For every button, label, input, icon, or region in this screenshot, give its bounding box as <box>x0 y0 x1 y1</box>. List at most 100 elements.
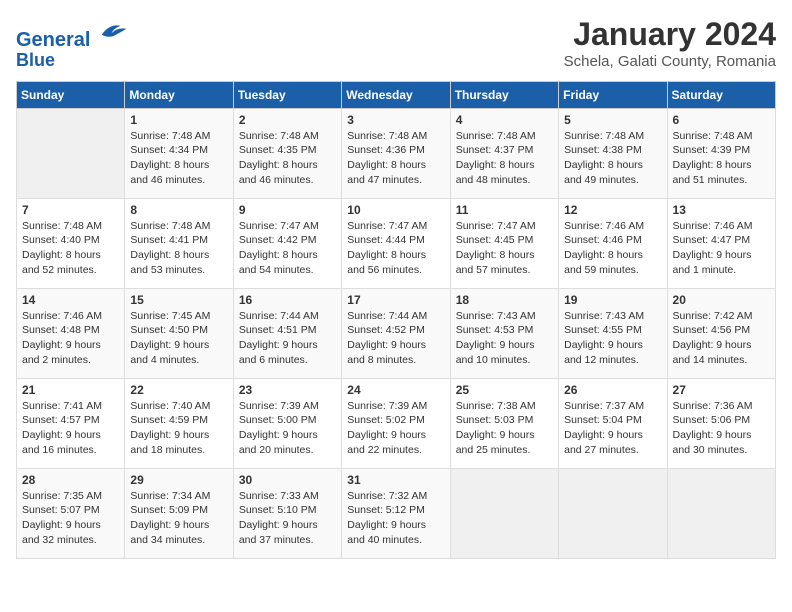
calendar-cell: 21 Sunrise: 7:41 AMSunset: 4:57 PMDayligh… <box>17 378 125 468</box>
weekday-header-monday: Monday <box>125 81 233 108</box>
page-header: General Blue January 2024 Schela, Galati… <box>16 16 776 71</box>
day-number: 21 <box>22 383 119 397</box>
day-number: 20 <box>673 293 770 307</box>
calendar-cell: 5 Sunrise: 7:48 AMSunset: 4:38 PMDaylight… <box>559 108 667 198</box>
calendar-body: 1 Sunrise: 7:48 AMSunset: 4:34 PMDaylight… <box>17 108 776 558</box>
day-info: Sunrise: 7:36 AMSunset: 5:06 PMDaylight:… <box>673 399 770 458</box>
day-info: Sunrise: 7:33 AMSunset: 5:10 PMDaylight:… <box>239 489 336 548</box>
calendar-cell: 20Sunrise: 7:42 AMSunset: 4:56 PMDayligh… <box>667 288 775 378</box>
day-info: Sunrise: 7:48 AMSunset: 4:38 PMDaylight:… <box>564 129 661 188</box>
day-info: Sunrise: 7:46 AMSunset: 4:48 PMDaylight:… <box>22 309 119 368</box>
day-info: Sunrise: 7:46 AMSunset: 4:47 PMDaylight:… <box>673 219 770 278</box>
calendar-table: SundayMondayTuesdayWednesdayThursdayFrid… <box>16 81 776 559</box>
day-number: 31 <box>347 473 444 487</box>
day-number: 22 <box>130 383 227 397</box>
calendar-cell <box>559 468 667 558</box>
day-info: Sunrise: 7:46 AMSunset: 4:46 PMDaylight:… <box>564 219 661 278</box>
day-info: Sunrise: 7:38 AMSunset: 5:03 PMDaylight:… <box>456 399 553 458</box>
weekday-header-tuesday: Tuesday <box>233 81 341 108</box>
location-title: Schela, Galati County, Romania <box>564 53 776 70</box>
weekday-header-wednesday: Wednesday <box>342 81 450 108</box>
day-number: 18 <box>456 293 553 307</box>
calendar-cell: 2Sunrise: 7:48 AMSunset: 4:35 PMDaylight… <box>233 108 341 198</box>
day-info: Sunrise: 7:35 AMSunset: 5:07 PMDaylight:… <box>22 489 119 548</box>
logo-blue: Blue <box>16 51 128 71</box>
calendar-cell: 27 Sunrise: 7:36 AMSunset: 5:06 PMDayligh… <box>667 378 775 468</box>
day-number: 17 <box>347 293 444 307</box>
weekday-header-row: SundayMondayTuesdayWednesdayThursdayFrid… <box>17 81 776 108</box>
calendar-cell: 8 Sunrise: 7:48 AMSunset: 4:41 PMDaylight… <box>125 198 233 288</box>
day-number: 13 <box>673 203 770 217</box>
calendar-cell <box>17 108 125 198</box>
day-number: 6 <box>673 113 770 127</box>
day-number: 3 <box>347 113 444 127</box>
week-row-4: 21 Sunrise: 7:41 AMSunset: 4:57 PMDayligh… <box>17 378 776 468</box>
day-number: 26 <box>564 383 661 397</box>
week-row-5: 28 Sunrise: 7:35 AMSunset: 5:07 PMDayligh… <box>17 468 776 558</box>
day-info: Sunrise: 7:43 AMSunset: 4:55 PMDaylight:… <box>564 309 661 368</box>
calendar-cell: 12Sunrise: 7:46 AMSunset: 4:46 PMDayligh… <box>559 198 667 288</box>
day-number: 24 <box>347 383 444 397</box>
calendar-cell: 11 Sunrise: 7:47 AMSunset: 4:45 PMDayligh… <box>450 198 558 288</box>
calendar-cell: 23Sunrise: 7:39 AMSunset: 5:00 PMDayligh… <box>233 378 341 468</box>
day-number: 2 <box>239 113 336 127</box>
logo-text: General <box>16 16 128 51</box>
day-info: Sunrise: 7:48 AMSunset: 4:39 PMDaylight:… <box>673 129 770 188</box>
day-number: 25 <box>456 383 553 397</box>
calendar-cell: 29Sunrise: 7:34 AMSunset: 5:09 PMDayligh… <box>125 468 233 558</box>
day-number: 19 <box>564 293 661 307</box>
day-number: 28 <box>22 473 119 487</box>
calendar-cell: 16Sunrise: 7:44 AMSunset: 4:51 PMDayligh… <box>233 288 341 378</box>
day-number: 27 <box>673 383 770 397</box>
day-number: 11 <box>456 203 553 217</box>
day-info: Sunrise: 7:47 AMSunset: 4:42 PMDaylight:… <box>239 219 336 278</box>
calendar-header: SundayMondayTuesdayWednesdayThursdayFrid… <box>17 81 776 108</box>
calendar-cell: 6 Sunrise: 7:48 AMSunset: 4:39 PMDaylight… <box>667 108 775 198</box>
day-number: 9 <box>239 203 336 217</box>
title-block: January 2024 Schela, Galati County, Roma… <box>564 16 776 70</box>
weekday-header-friday: Friday <box>559 81 667 108</box>
day-number: 5 <box>564 113 661 127</box>
day-info: Sunrise: 7:48 AMSunset: 4:37 PMDaylight:… <box>456 129 553 188</box>
week-row-2: 7Sunrise: 7:48 AMSunset: 4:40 PMDaylight… <box>17 198 776 288</box>
weekday-header-thursday: Thursday <box>450 81 558 108</box>
calendar-cell: 30 Sunrise: 7:33 AMSunset: 5:10 PMDayligh… <box>233 468 341 558</box>
weekday-header-saturday: Saturday <box>667 81 775 108</box>
day-number: 8 <box>130 203 227 217</box>
calendar-cell: 4 Sunrise: 7:48 AMSunset: 4:37 PMDaylight… <box>450 108 558 198</box>
day-info: Sunrise: 7:43 AMSunset: 4:53 PMDaylight:… <box>456 309 553 368</box>
day-number: 30 <box>239 473 336 487</box>
calendar-cell <box>667 468 775 558</box>
calendar-cell: 1 Sunrise: 7:48 AMSunset: 4:34 PMDaylight… <box>125 108 233 198</box>
calendar-cell: 17 Sunrise: 7:44 AMSunset: 4:52 PMDayligh… <box>342 288 450 378</box>
day-number: 1 <box>130 113 227 127</box>
day-info: Sunrise: 7:39 AMSunset: 5:02 PMDaylight:… <box>347 399 444 458</box>
calendar-cell: 9 Sunrise: 7:47 AMSunset: 4:42 PMDaylight… <box>233 198 341 288</box>
calendar-cell: 28 Sunrise: 7:35 AMSunset: 5:07 PMDayligh… <box>17 468 125 558</box>
calendar-cell: 31Sunrise: 7:32 AMSunset: 5:12 PMDayligh… <box>342 468 450 558</box>
day-number: 23 <box>239 383 336 397</box>
day-info: Sunrise: 7:48 AMSunset: 4:36 PMDaylight:… <box>347 129 444 188</box>
weekday-header-sunday: Sunday <box>17 81 125 108</box>
day-info: Sunrise: 7:41 AMSunset: 4:57 PMDaylight:… <box>22 399 119 458</box>
day-info: Sunrise: 7:44 AMSunset: 4:52 PMDaylight:… <box>347 309 444 368</box>
logo-bird-icon <box>98 16 128 46</box>
calendar-cell: 3 Sunrise: 7:48 AMSunset: 4:36 PMDaylight… <box>342 108 450 198</box>
day-info: Sunrise: 7:47 AMSunset: 4:45 PMDaylight:… <box>456 219 553 278</box>
calendar-cell: 22Sunrise: 7:40 AMSunset: 4:59 PMDayligh… <box>125 378 233 468</box>
day-number: 15 <box>130 293 227 307</box>
day-info: Sunrise: 7:48 AMSunset: 4:40 PMDaylight:… <box>22 219 119 278</box>
day-info: Sunrise: 7:48 AMSunset: 4:34 PMDaylight:… <box>130 129 227 188</box>
day-number: 4 <box>456 113 553 127</box>
day-info: Sunrise: 7:48 AMSunset: 4:41 PMDaylight:… <box>130 219 227 278</box>
calendar-cell: 25 Sunrise: 7:38 AMSunset: 5:03 PMDayligh… <box>450 378 558 468</box>
day-number: 29 <box>130 473 227 487</box>
calendar-cell: 7Sunrise: 7:48 AMSunset: 4:40 PMDaylight… <box>17 198 125 288</box>
calendar-cell: 19 Sunrise: 7:43 AMSunset: 4:55 PMDayligh… <box>559 288 667 378</box>
calendar-cell: 15Sunrise: 7:45 AMSunset: 4:50 PMDayligh… <box>125 288 233 378</box>
day-number: 14 <box>22 293 119 307</box>
calendar-cell: 13 Sunrise: 7:46 AMSunset: 4:47 PMDayligh… <box>667 198 775 288</box>
calendar-cell: 10Sunrise: 7:47 AMSunset: 4:44 PMDayligh… <box>342 198 450 288</box>
week-row-1: 1 Sunrise: 7:48 AMSunset: 4:34 PMDaylight… <box>17 108 776 198</box>
day-info: Sunrise: 7:47 AMSunset: 4:44 PMDaylight:… <box>347 219 444 278</box>
